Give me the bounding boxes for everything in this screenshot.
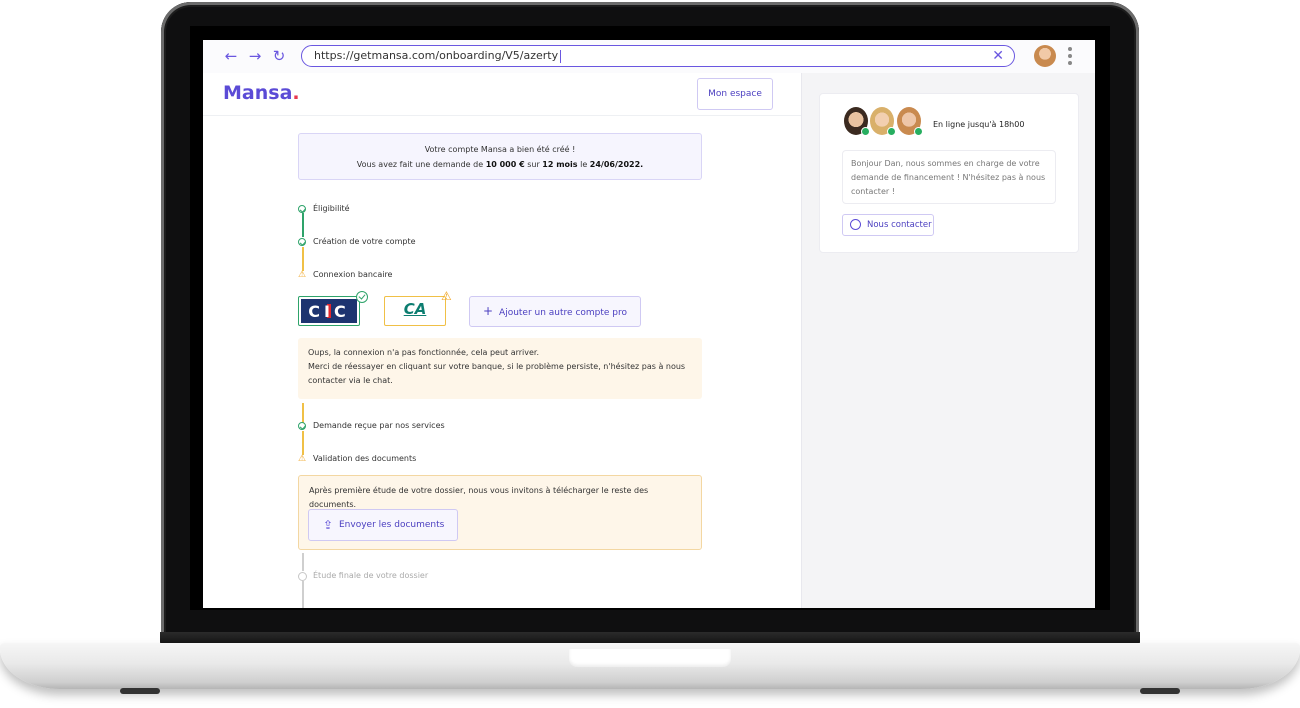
step-account-creation: Création de votre compte [298, 235, 416, 249]
credit-agricole-logo: CA [403, 300, 427, 318]
timeline-line [302, 213, 304, 237]
check-circle-icon [298, 205, 306, 213]
step-bank-connection: ⚠ Connexion bancaire [298, 270, 393, 280]
plus-icon: + [482, 304, 494, 318]
bank-cic-button[interactable]: CIC [298, 296, 360, 326]
bank-connection-error-alert: Oups, la connexion n'a pas fonctionnée, … [298, 338, 702, 399]
check-circle-icon [356, 291, 368, 303]
agent-avatar [844, 107, 870, 136]
arrow-right-icon[interactable]: → [246, 47, 264, 65]
chat-icon [850, 219, 861, 230]
url-text: https://getmansa.com/onboarding/V5/azert… [314, 49, 559, 62]
chat-card: En ligne jusqu'à 18h00 Bonjour Dan, nous… [819, 93, 1079, 253]
chat-message: Bonjour Dan, nous sommes en charge de vo… [842, 150, 1056, 204]
chat-sidebar: En ligne jusqu'à 18h00 Bonjour Dan, nous… [801, 73, 1095, 608]
url-input[interactable]: https://getmansa.com/onboarding/V5/azert… [301, 45, 1015, 67]
requested-duration: 12 mois [542, 160, 578, 169]
warning-icon: ⚠ [298, 454, 307, 464]
agent-avatar [897, 107, 923, 136]
online-status: En ligne jusqu'à 18h00 [933, 120, 1025, 129]
cloud-upload-icon: ⇪ [323, 518, 334, 532]
step-documents-validation: ⚠ Validation des documents [298, 454, 417, 464]
app-header: Mansa. Mon espace [203, 73, 801, 116]
avatar[interactable] [1034, 45, 1056, 67]
requested-amount: 10 000 € [485, 160, 525, 169]
warning-icon: ⚠ [298, 270, 307, 280]
timeline-line [302, 581, 304, 608]
request-date: 24/06/2022. [589, 160, 644, 169]
laptop-notch [569, 649, 731, 667]
online-indicator [914, 127, 923, 136]
text-caret [560, 49, 562, 63]
reload-icon[interactable]: ↻ [270, 47, 288, 65]
step-final-study: Étude finale de votre dossier [298, 569, 428, 583]
online-indicator [887, 127, 896, 136]
arrow-left-icon[interactable]: ← [222, 47, 240, 65]
mansa-logo[interactable]: Mansa. [223, 82, 300, 104]
account-created-notice: Votre compte Mansa a bien été créé ! Vou… [298, 133, 702, 180]
kebab-menu-icon[interactable] [1068, 45, 1072, 67]
screen: ← → ↻ https://getmansa.com/onboarding/V5… [203, 40, 1095, 608]
laptop-foot [1140, 688, 1180, 694]
add-bank-account-button[interactable]: + Ajouter un autre compte pro [469, 296, 641, 327]
step-request-received: Demande reçue par nos services [298, 419, 445, 433]
online-indicator [861, 127, 870, 136]
empty-circle-icon [298, 572, 307, 581]
agent-avatar [870, 107, 896, 136]
step-eligibility: Éligibilité [298, 202, 350, 216]
my-space-button[interactable]: Mon espace [697, 78, 773, 110]
notice-line-2: Vous avez fait une demande de 10 000 € s… [356, 160, 644, 169]
warning-icon: ⚠ [441, 289, 452, 303]
laptop-base [0, 643, 1300, 689]
notice-line-1: Votre compte Mansa a bien été créé ! [424, 145, 576, 154]
bank-credit-agricole-button[interactable]: CA [384, 296, 446, 326]
contact-us-button[interactable]: Nous contacter [842, 214, 934, 236]
cic-logo: CIC [301, 299, 357, 323]
send-documents-button[interactable]: ⇪ Envoyer les documents [308, 509, 458, 541]
laptop-foot [120, 688, 160, 694]
documents-alert: Après première étude de votre dossier, n… [298, 475, 702, 550]
main-content: Mansa. Mon espace Votre compte Mansa a b… [203, 73, 801, 608]
close-icon[interactable]: ✕ [992, 46, 1004, 66]
browser-toolbar: ← → ↻ https://getmansa.com/onboarding/V5… [203, 40, 1095, 74]
check-circle-icon [298, 238, 306, 246]
check-circle-icon [298, 422, 306, 430]
